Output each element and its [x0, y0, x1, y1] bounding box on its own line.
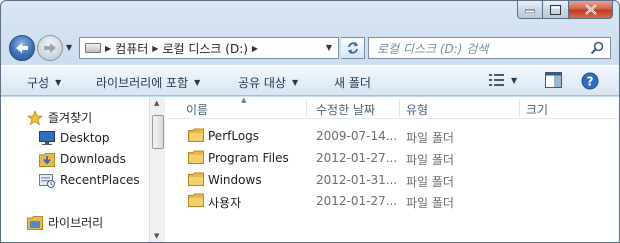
- organize-label: 구성: [27, 76, 50, 90]
- address-history-dropdown[interactable]: ▼: [326, 43, 332, 52]
- nav-favorites-label: 즐겨찾기: [48, 111, 93, 125]
- include-in-library-menu[interactable]: 라이브러리에 포함 ▼: [96, 74, 200, 91]
- back-arrow-icon: [16, 43, 28, 53]
- file-date: 2012-01-27...: [316, 194, 398, 208]
- table-row[interactable]: Program Files 2012-01-27... 파일 폴더: [166, 147, 619, 168]
- column-divider[interactable]: [306, 99, 307, 117]
- file-name: PerfLogs: [208, 129, 260, 143]
- chevron-right-icon[interactable]: ▶: [152, 44, 158, 53]
- forward-button[interactable]: [37, 35, 63, 61]
- caret-down-icon: ▼: [194, 78, 201, 87]
- caret-down-icon: ▼: [55, 78, 62, 87]
- table-row[interactable]: Windows 2012-01-31... 파일 폴더: [166, 169, 619, 190]
- new-folder-label: 새 폴더: [334, 76, 371, 90]
- help-button[interactable]: ?: [581, 72, 599, 90]
- command-bar: 구성 ▼ 라이브러리에 포함 ▼ 공유 대상 ▼ 새 폴더 ▼ ?: [1, 65, 619, 96]
- minimize-button[interactable]: [517, 1, 543, 19]
- close-icon: [584, 4, 597, 15]
- search-input[interactable]: 로컬 디스크 (D:) 검색: [368, 37, 611, 59]
- folder-icon: [188, 193, 204, 207]
- forward-arrow-icon: [44, 43, 56, 53]
- folder-icon: [188, 150, 204, 164]
- file-name: Program Files: [208, 151, 289, 165]
- explorer-window: ▼ ▶ 컴퓨터 ▶ 로컬 디스크 (D:) ▶ ▼ 로컬 디스크 (D:) 검색: [0, 0, 620, 243]
- downloads-icon: [39, 151, 55, 167]
- file-type: 파일 폴더: [406, 153, 454, 167]
- maximize-button[interactable]: [543, 1, 569, 19]
- scroll-down-arrow-icon[interactable]: ▼: [154, 232, 159, 240]
- column-size[interactable]: 크기: [526, 101, 548, 119]
- address-bar[interactable]: ▶ 컴퓨터 ▶ 로컬 디스크 (D:) ▶ ▼: [79, 37, 339, 59]
- file-list: ▲ 이름 수정한 날짜 유형 크기 PerfLogs 2009-07-14...…: [166, 96, 619, 242]
- column-name[interactable]: 이름: [186, 101, 208, 119]
- help-icon: ?: [581, 72, 599, 90]
- preview-pane-icon: [545, 72, 562, 88]
- chevron-right-icon[interactable]: ▶: [252, 44, 258, 53]
- file-date: 2012-01-31...: [316, 173, 398, 187]
- details-view-icon: [489, 74, 504, 86]
- refresh-icon: [347, 42, 358, 54]
- file-type: 파일 폴더: [406, 175, 454, 189]
- close-button[interactable]: [569, 1, 613, 19]
- content-area: 즐겨찾기 Desktop Downloads RecentPlaces 라이브러…: [1, 96, 619, 242]
- scroll-thumb[interactable]: [152, 115, 164, 149]
- folder-icon: [188, 128, 204, 142]
- nav-libraries[interactable]: 라이브러리: [27, 214, 103, 231]
- file-date: 2009-07-14...: [316, 129, 398, 143]
- file-name: 사용자: [208, 196, 242, 210]
- caret-down-icon: ▼: [291, 78, 299, 87]
- nav-item-label: Desktop: [60, 131, 110, 145]
- nav-item-label: RecentPlaces: [60, 173, 140, 187]
- desktop-icon: [39, 130, 55, 146]
- back-button[interactable]: [9, 35, 35, 61]
- svg-text:?: ?: [587, 75, 594, 89]
- file-type: 파일 폴더: [406, 196, 454, 210]
- change-view-button[interactable]: ▼: [489, 73, 517, 87]
- scroll-up-arrow-icon[interactable]: ▲: [154, 99, 159, 107]
- organize-menu[interactable]: 구성 ▼: [27, 74, 61, 91]
- share-with-menu[interactable]: 공유 대상 ▼: [238, 74, 298, 91]
- nav-libraries-label: 라이브러리: [48, 216, 104, 230]
- nav-favorites[interactable]: 즐겨찾기: [27, 109, 92, 126]
- file-type: 파일 폴더: [406, 131, 454, 145]
- share-with-label: 공유 대상: [238, 76, 286, 90]
- nav-item-label: Downloads: [60, 152, 126, 166]
- drive-icon: [85, 43, 101, 53]
- include-library-label: 라이브러리에 포함: [96, 76, 189, 90]
- column-header-row: ▲ 이름 수정한 날짜 유형 크기: [166, 96, 619, 119]
- file-date: 2012-01-27...: [316, 151, 398, 165]
- sort-ascending-icon: ▲: [241, 96, 247, 104]
- column-divider[interactable]: [399, 99, 400, 117]
- refresh-button[interactable]: [341, 37, 365, 59]
- file-name: Windows: [208, 173, 262, 187]
- navigation-pane: 즐겨찾기 Desktop Downloads RecentPlaces 라이브러…: [1, 97, 151, 242]
- caption-buttons: [517, 1, 613, 21]
- nav-pane-scrollbar[interactable]: ▲ ▼: [149, 97, 165, 242]
- libraries-icon: [27, 215, 43, 231]
- minimize-icon: [525, 9, 535, 13]
- recent-pages-dropdown[interactable]: ▼: [66, 43, 72, 52]
- column-divider[interactable]: [519, 99, 520, 117]
- preview-pane-button[interactable]: [545, 72, 562, 88]
- search-icon[interactable]: [590, 41, 604, 55]
- breadcrumb-drive[interactable]: 로컬 디스크 (D:): [162, 40, 247, 57]
- new-folder-button[interactable]: 새 폴더: [334, 74, 371, 91]
- nav-item-downloads[interactable]: Downloads: [39, 151, 126, 167]
- star-icon: [27, 109, 43, 126]
- table-row[interactable]: 사용자 2012-01-27... 파일 폴더: [166, 190, 619, 211]
- nav-item-desktop[interactable]: Desktop: [39, 130, 110, 146]
- recent-places-icon: [39, 172, 55, 188]
- search-placeholder: 로컬 디스크 (D:) 검색: [377, 41, 489, 56]
- nav-item-recent-places[interactable]: RecentPlaces: [39, 172, 140, 188]
- chevron-right-icon[interactable]: ▶: [105, 44, 111, 53]
- folder-icon: [188, 172, 204, 186]
- table-row[interactable]: PerfLogs 2009-07-14... 파일 폴더: [166, 125, 619, 146]
- column-date-modified[interactable]: 수정한 날짜: [316, 101, 375, 119]
- column-type[interactable]: 유형: [406, 101, 428, 119]
- breadcrumb-computer[interactable]: 컴퓨터: [115, 40, 148, 57]
- caret-down-icon[interactable]: ▼: [511, 76, 517, 85]
- address-row: ▼ ▶ 컴퓨터 ▶ 로컬 디스크 (D:) ▶ ▼ 로컬 디스크 (D:) 검색: [1, 31, 619, 65]
- maximize-icon: [550, 4, 561, 15]
